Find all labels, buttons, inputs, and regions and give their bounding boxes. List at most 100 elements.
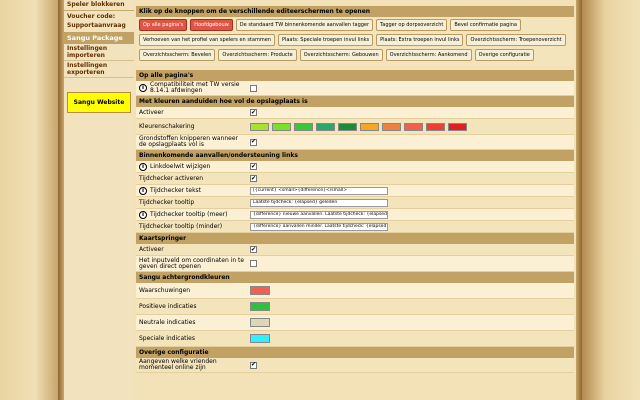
editor-button-troops-overview[interactable]: Overzichtsscherm: Troepenoverzicht <box>466 34 566 46</box>
left-frame <box>0 0 58 400</box>
setting-row-mapjump-activate: Activeer ✔ <box>136 244 574 256</box>
timecheck-more-label: Tijdchecker tooltip (meer) <box>150 210 228 218</box>
friends-label: Aangeven welke vrienden momenteel online… <box>139 358 217 371</box>
sidebar-item-export[interactable]: Instellingen exporteren <box>64 61 134 78</box>
settings-title: Op alle pagina's <box>136 70 574 81</box>
setting-row-linkcolor: i Linkdoelwit wijzigen ✔ <box>136 161 574 173</box>
setting-value-linkcolor: ✔ <box>250 162 574 171</box>
editor-button-other-config[interactable]: Overige configuratie <box>474 49 534 61</box>
setting-row-neutral: Neutrale indicaties <box>136 315 574 331</box>
setting-value-warnings <box>250 285 574 296</box>
warnings-label: Waarschuwingen <box>139 286 191 294</box>
setting-value-blink: ✔ <box>250 138 574 147</box>
sangu-website-button[interactable]: Sangu Website <box>67 92 131 113</box>
setting-value-positive <box>250 301 574 312</box>
editor-button-incoming-tagger[interactable]: De standaard TW binnenkomende aanvallen … <box>235 19 374 31</box>
editor-button-place-special[interactable]: Plaats: Speciale troepen invul links <box>277 34 374 46</box>
positive-label: Positieve indicaties <box>139 302 197 310</box>
gradient-color-swatch[interactable] <box>382 122 401 131</box>
editor-button-production[interactable]: Overzichtsscherm: Producte <box>218 49 297 61</box>
sidebar-link-block-player[interactable]: Speler blokkeren <box>64 0 134 9</box>
setting-value-compat <box>250 84 574 93</box>
setting-value-neutral <box>250 317 574 328</box>
blink-checkbox[interactable]: ✔ <box>250 138 257 146</box>
special-label: Speciale indicaties <box>139 334 195 342</box>
setting-row-timecheck-less: Tijdchecker tooltip (minder) {difference… <box>136 221 574 233</box>
setting-value-mapjump-activate: ✔ <box>250 245 574 254</box>
gradient-color-swatch[interactable] <box>360 122 379 131</box>
editor-buttons-row-3: Overzichtsscherm: Bevelen Overzichtssche… <box>139 49 571 61</box>
timecheck-tooltip-label: Tijdchecker tooltip <box>139 198 195 206</box>
settings-panel: Op alle pagina's i Compatibiliteit met T… <box>136 70 574 373</box>
compat-checkbox[interactable] <box>250 84 257 92</box>
gradient-swatches <box>250 122 574 132</box>
setting-value-activate: ✔ <box>250 108 574 117</box>
info-icon[interactable]: i <box>139 210 147 219</box>
setting-row-positive: Positieve indicaties <box>136 299 574 315</box>
friends-checkbox[interactable]: ✔ <box>250 361 257 369</box>
editor-button-buildings[interactable]: Overzichtsscherm: Gebouwen <box>299 49 383 61</box>
mapjump-activate-checkbox[interactable]: ✔ <box>250 246 257 253</box>
gradient-color-swatch[interactable] <box>294 122 313 131</box>
gradient-color-swatch[interactable] <box>338 122 357 131</box>
positive-color-swatch[interactable] <box>250 302 270 311</box>
section-incoming: Binnenkomende aanvallen/ondersteuning li… <box>136 150 574 161</box>
setting-row-timecheck: Tijdchecker activeren ✔ <box>136 173 574 185</box>
editor-button-main-building[interactable]: Hoofdgebouw <box>190 19 233 31</box>
linkcolor-checkbox[interactable]: ✔ <box>250 163 257 170</box>
timecheck-text-input[interactable]: [{current} <small>{difference}</small> <box>250 186 388 195</box>
setting-value-timecheck-less: {difference} aanvallen minder. Laatste t… <box>250 222 574 232</box>
setting-row-activate: Activeer ✔ <box>136 107 574 119</box>
info-icon[interactable]: i <box>139 84 147 92</box>
info-icon[interactable]: i <box>139 186 147 195</box>
gradient-color-swatch[interactable] <box>250 122 269 131</box>
mapjump-input-checkbox[interactable] <box>250 260 257 267</box>
warnings-color-swatch[interactable] <box>250 286 270 295</box>
setting-row-compat: i Compatibiliteit met TW versie 8.14.1 a… <box>136 81 574 96</box>
setting-row-timecheck-text: i Tijdchecker tekst [{current} <small>{d… <box>136 185 574 197</box>
section-other: Overige configuratie <box>136 347 574 358</box>
gradient-color-swatch[interactable] <box>272 122 291 131</box>
timecheck-checkbox[interactable]: ✔ <box>250 175 257 182</box>
timecheck-label: Tijdchecker activeren <box>139 174 204 182</box>
sidebar-package-header: Sangu Package <box>64 32 134 44</box>
sidebar-item-import[interactable]: Instellingen importeren <box>64 44 134 61</box>
timecheck-tooltip-input[interactable]: Laatste tijdcheck: {elapsed} geleden <box>250 198 388 207</box>
editor-button-confirm-page[interactable]: Bevel confirmatie pagina <box>450 19 521 31</box>
timecheck-more-input[interactable]: {difference} nieuwe aanvallen. Laatste t… <box>250 210 388 219</box>
editor-buttons-row-2: Verhoeven van het profiel van spelers en… <box>139 34 571 46</box>
compat-label-text: Compatibiliteit met TW versie 8.14.1 afd… <box>150 81 240 94</box>
setting-row-special: Speciale indicaties <box>136 331 574 347</box>
gradient-color-swatch[interactable] <box>404 122 423 131</box>
timecheck-text-label: Tijdchecker tekst <box>150 186 202 194</box>
editors-panel: Op alle pagina's Hoofdgebouw De standaar… <box>136 17 574 66</box>
activate-checkbox[interactable]: ✔ <box>250 109 257 116</box>
editor-button-profile[interactable]: Verhoeven van het profiel van spelers en… <box>139 34 275 46</box>
setting-value-special <box>250 333 574 344</box>
sidebar-link-support[interactable]: Supportaanvraag <box>64 21 134 30</box>
editor-button-village-tagger[interactable]: Tagger op dorpsoverzicht <box>376 19 448 31</box>
info-icon[interactable]: i <box>139 162 147 171</box>
sidebar-link-voucher[interactable]: Voucher code: <box>64 12 134 21</box>
editor-button-commands[interactable]: Overzichtsscherm: Bevelen <box>139 49 216 61</box>
timecheck-less-input[interactable]: {difference} aanvallen minder. Laatste t… <box>250 222 388 231</box>
blink-label: Grondstoffen knipperen wanneer de opslag… <box>139 135 238 148</box>
editor-button-place-extra[interactable]: Plaats: Extra troepen invul links <box>376 34 464 46</box>
gradient-color-swatch[interactable] <box>316 122 335 131</box>
timecheck-less-label: Tijdchecker tooltip (minder) <box>139 222 223 230</box>
gradient-color-swatch[interactable] <box>448 122 467 131</box>
setting-label-linkcolor: i Linkdoelwit wijzigen <box>136 162 250 172</box>
activate-label: Activeer <box>139 108 164 116</box>
setting-row-warnings: Waarschuwingen <box>136 283 574 299</box>
setting-row-friends: Aangeven welke vrienden momenteel online… <box>136 358 574 373</box>
editor-button-incoming[interactable]: Overzichtsscherm: Aankomend <box>385 49 472 61</box>
setting-row-timecheck-more: i Tijdchecker tooltip (meer) {difference… <box>136 209 574 221</box>
neutral-color-swatch[interactable] <box>250 318 270 327</box>
gradient-color-swatch[interactable] <box>426 122 445 131</box>
setting-label-timecheck-text: i Tijdchecker tekst <box>136 186 250 196</box>
special-color-swatch[interactable] <box>250 334 270 343</box>
setting-value-timecheck-tooltip: Laatste tijdcheck: {elapsed} geleden <box>250 198 574 208</box>
editor-button-all-pages[interactable]: Op alle pagina's <box>139 19 188 31</box>
right-frame-shadow <box>576 0 582 400</box>
section-bgcolors: Sangu achtergrondkleuren <box>136 272 574 283</box>
